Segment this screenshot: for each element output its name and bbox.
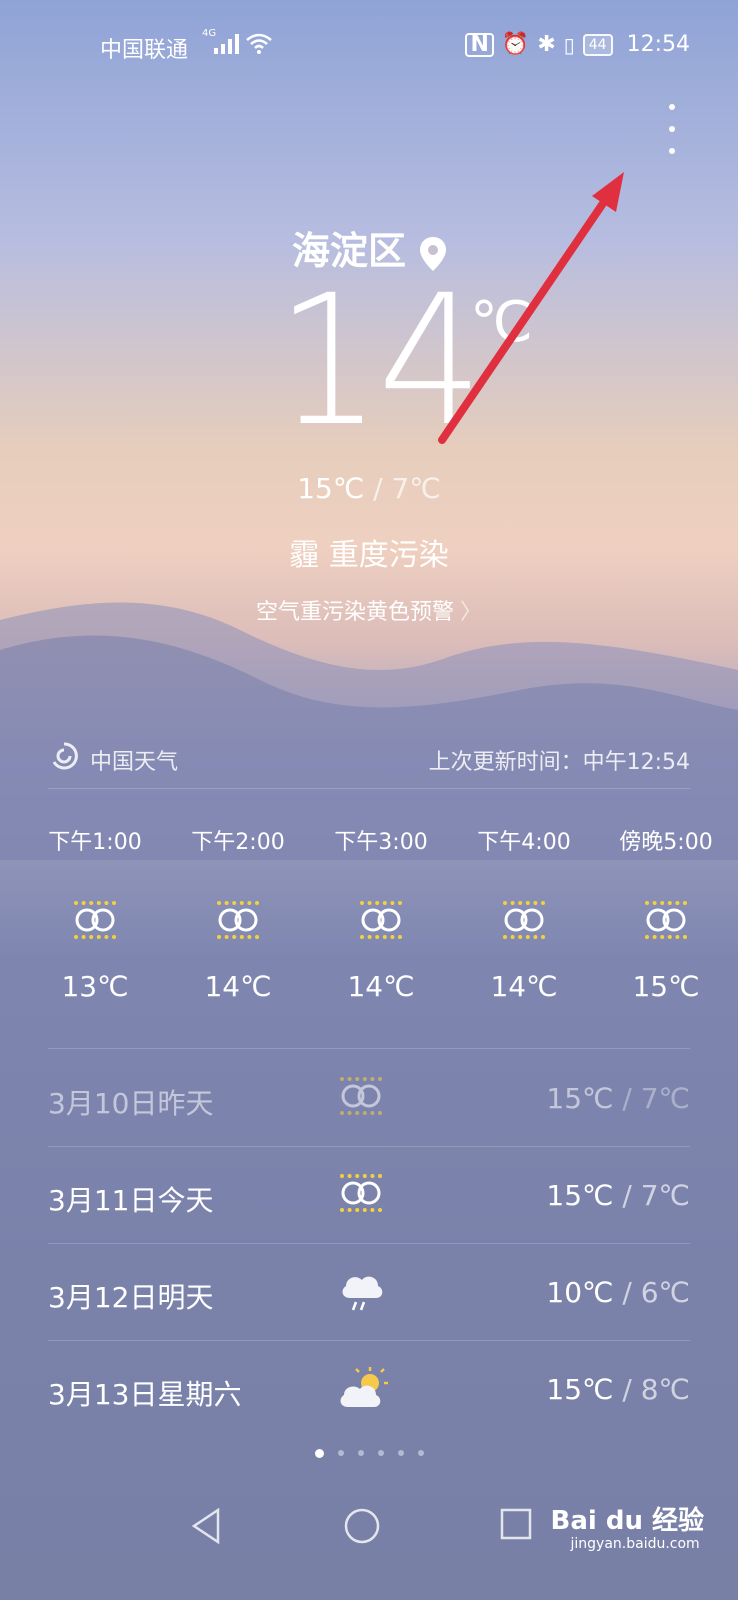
- back-button[interactable]: [190, 1507, 222, 1548]
- hour-temp: 14℃: [490, 970, 558, 1003]
- home-circle-icon: [344, 1508, 380, 1544]
- haze-icon: [316, 900, 446, 960]
- day-temp-range: 10℃ / 6℃: [546, 1276, 690, 1309]
- day-temp-range: 15℃ / 8℃: [546, 1373, 690, 1406]
- china-weather-logo-icon: [52, 742, 78, 770]
- haze-icon: [338, 1076, 384, 1120]
- daily-forecast-row[interactable]: 3月12日明天 10℃ / 6℃: [48, 1244, 690, 1342]
- day-high: 15℃: [546, 1373, 614, 1406]
- day-label: 3月10日昨天: [48, 1087, 214, 1120]
- day-low: 7℃: [640, 1082, 690, 1115]
- day-temp-range: 15℃ / 7℃: [546, 1179, 690, 1212]
- day-label: 3月11日今天: [48, 1184, 214, 1217]
- page-dot: [337, 1450, 344, 1456]
- hour-temp: 13℃: [61, 970, 129, 1003]
- back-triangle-icon: [191, 1507, 220, 1545]
- hour-temp: 14℃: [347, 970, 415, 1003]
- page-dot: [377, 1450, 384, 1456]
- home-button[interactable]: [344, 1508, 380, 1548]
- watermark-url: jingyan.baidu.com: [570, 1536, 700, 1552]
- page-dot: [357, 1450, 364, 1456]
- alert-text: 空气重污染黄色预警: [255, 600, 454, 625]
- hour-time: 下午3:00: [334, 830, 428, 855]
- divider: [48, 1048, 690, 1049]
- hourly-forecast-item: 下午4:00 14℃: [459, 824, 589, 1003]
- hour-time: 下午4:00: [477, 830, 571, 855]
- daily-forecast-row[interactable]: 3月10日昨天 15℃ / 7℃: [48, 1050, 690, 1148]
- partly-cloudy-icon: [338, 1367, 388, 1415]
- data-source-row: 中国天气 上次更新时间：中午12:54: [50, 742, 690, 775]
- annotation-arrow: [438, 172, 624, 444]
- day-temp-range: 15℃ / 7℃: [546, 1082, 690, 1115]
- hour-temp: 15℃: [632, 970, 700, 1003]
- day-high: 10℃: [546, 1276, 614, 1309]
- day-low: 6℃: [640, 1276, 690, 1309]
- daily-forecast-row[interactable]: 3月13日星期六 15℃ / 8℃: [48, 1341, 690, 1439]
- haze-icon: [30, 900, 160, 960]
- hourly-forecast-item: 下午3:00 14℃: [316, 824, 446, 1003]
- hourly-forecast-item: 下午2:00 14℃: [173, 824, 303, 1003]
- page-indicator: [0, 1449, 738, 1458]
- pollution-alert-link[interactable]: 空气重污染黄色预警〉: [0, 594, 738, 626]
- hour-time: 下午1:00: [48, 830, 142, 855]
- haze-icon: [459, 900, 589, 960]
- baidu-watermark: Bai du 经验 jingyan.baidu.com: [550, 1500, 705, 1552]
- page-dot: [397, 1450, 404, 1456]
- rain-icon: [338, 1270, 386, 1318]
- haze-icon: [338, 1173, 384, 1217]
- day-high: 15℃: [546, 1082, 614, 1115]
- recents-square-icon: [500, 1508, 532, 1540]
- weather-condition: 霾 重度污染: [289, 538, 449, 573]
- hour-time: 下午2:00: [191, 830, 285, 855]
- source-name: 中国天气: [90, 750, 179, 775]
- daily-forecast-row[interactable]: 3月11日今天 15℃ / 7℃: [48, 1147, 690, 1245]
- day-low: 7℃: [640, 1179, 690, 1212]
- page-dot: [417, 1450, 424, 1456]
- hourly-forecast-item: 傍晚5:00 15℃: [601, 824, 731, 1003]
- day-low: 8℃: [640, 1373, 690, 1406]
- watermark-brand: Bai du 经验: [550, 1506, 705, 1536]
- day-high: 15℃: [546, 1179, 614, 1212]
- hour-time: 傍晚5:00: [619, 830, 713, 855]
- hourly-forecast-item: 下午1:00 13℃: [30, 824, 160, 1003]
- divider: [48, 788, 690, 789]
- day-label: 3月13日星期六: [48, 1378, 242, 1411]
- haze-icon: [173, 900, 303, 960]
- haze-icon: [601, 900, 731, 960]
- day-label: 3月12日明天: [48, 1281, 214, 1314]
- page-dot: [314, 1449, 324, 1458]
- chevron-right-icon: 〉: [460, 600, 483, 625]
- hour-temp: 14℃: [204, 970, 272, 1003]
- recents-button[interactable]: [500, 1508, 532, 1544]
- update-time: 上次更新时间：中午12:54: [428, 750, 690, 775]
